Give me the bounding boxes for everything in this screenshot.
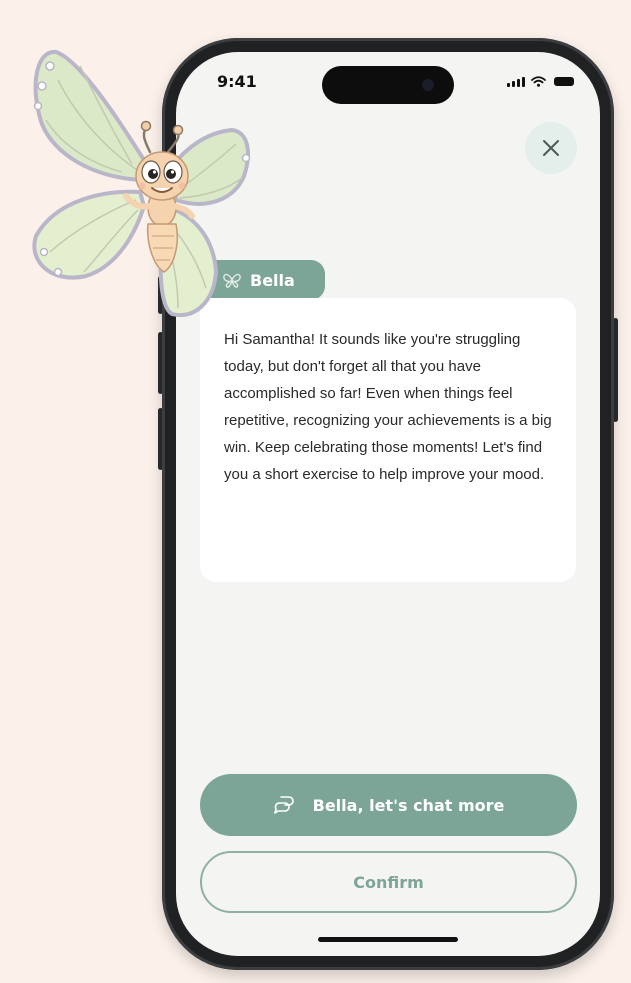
message-text: Hi Samantha! It sounds like you're strug… xyxy=(224,331,552,483)
dynamic-island xyxy=(322,66,454,104)
chat-more-label: Bella, let's chat more xyxy=(312,795,505,815)
close-icon xyxy=(543,140,559,156)
battery-icon xyxy=(554,77,574,86)
butterfly-mascot xyxy=(32,49,251,318)
camera-icon xyxy=(422,79,434,91)
sender-name: Bella xyxy=(250,270,295,290)
close-button[interactable] xyxy=(525,122,577,174)
status-icons xyxy=(507,76,574,87)
chat-bubbles-icon xyxy=(273,796,294,814)
wifi-icon xyxy=(531,76,546,87)
confirm-button[interactable]: Confirm xyxy=(200,851,577,913)
message-card: Hi Samantha! It sounds like you're strug… xyxy=(200,298,576,582)
chat-more-button[interactable]: Bella, let's chat more xyxy=(200,774,577,836)
cellular-signal-icon xyxy=(507,77,525,87)
confirm-label: Confirm xyxy=(353,872,424,892)
home-indicator[interactable] xyxy=(318,937,458,942)
